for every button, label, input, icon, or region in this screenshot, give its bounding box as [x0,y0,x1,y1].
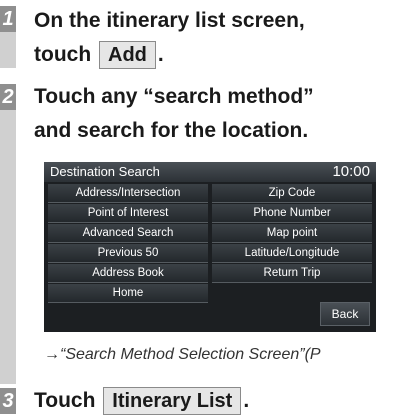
back-button[interactable]: Back [320,302,370,326]
step-2-number: 2 [0,84,16,110]
add-button[interactable]: Add [99,41,156,70]
return-trip-button[interactable]: Return Trip [212,264,372,283]
step-2-line-1: Touch any “search method” [34,85,314,108]
zip-code-button[interactable]: Zip Code [212,184,372,203]
step-1-prefix: touch [34,43,92,66]
step-2-bar [0,84,16,384]
step-1-line-2: touch Add. [34,40,164,70]
destination-search-screen: Destination Search 10:00 Address/Interse… [44,162,376,332]
advanced-search-button[interactable]: Advanced Search [48,224,208,243]
home-button[interactable]: Home [48,284,208,303]
point-of-interest-button[interactable]: Point of Interest [48,204,208,223]
reference-note: →“Search Method Selection Screen”(P [44,346,321,363]
screen-title: Destination Search [50,164,160,179]
previous-50-button[interactable]: Previous 50 [48,244,208,263]
latitude-longitude-button[interactable]: Latitude/Longitude [212,244,372,263]
step-3-prefix: Touch [34,389,96,412]
phone-number-button[interactable]: Phone Number [212,204,372,223]
step-1-suffix: . [157,43,164,66]
step-1-line-1: On the itinerary list screen, [34,9,305,32]
address-book-button[interactable]: Address Book [48,264,208,283]
screen-header: Destination Search 10:00 [44,162,376,182]
screen-clock: 10:00 [332,163,370,180]
step-3-number: 3 [0,388,16,414]
step-3-suffix: . [243,389,250,412]
itinerary-list-button[interactable]: Itinerary List [103,387,242,416]
step-3-line: Touch Itinerary List. [34,386,249,416]
step-1-number: 1 [0,6,16,32]
step-2-line-2: and search for the location. [34,119,309,142]
address-intersection-button[interactable]: Address/Intersection [48,184,208,203]
map-point-button[interactable]: Map point [212,224,372,243]
